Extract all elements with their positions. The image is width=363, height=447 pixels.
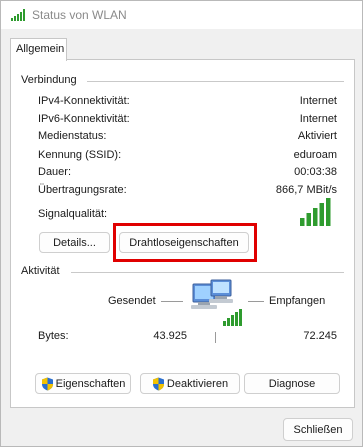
diagnose-button[interactable]: Diagnose [244,373,340,394]
status-dialog: Status von WLAN Allgemein Verbindung IPv… [0,0,363,447]
bytes-divider [215,332,216,343]
received-line [248,301,264,302]
received-label: Empfangen [269,295,326,307]
duration-value: 00:03:38 [294,166,337,178]
ipv4-value: Internet [299,95,337,107]
ipv4-label: IPv4-Konnektivität: [38,95,130,107]
signal-bar [306,213,311,226]
signal-bar [326,198,331,226]
media-status-label: Medienstatus: [38,130,107,142]
uac-shield-icon [41,377,53,390]
connection-group-title: Verbindung [21,74,81,86]
bytes-sent-value: 43.925 [153,330,187,342]
bytes-label: Bytes: [38,330,69,342]
tab-allgemein-label: Allgemein [16,43,65,55]
ipv6-label: IPv6-Konnektivität: [38,113,130,125]
properties-button[interactable]: Eigenschaften [35,373,131,394]
bytes-received-value: 72.245 [303,330,337,342]
uac-shield-icon [152,377,164,390]
details-button[interactable]: Details... [39,232,110,253]
wifi-signal-icon [11,9,25,21]
activity-group-title: Aktivität [21,265,64,277]
ssid-label: Kennung (SSID): [38,149,122,161]
signal-strength-icon [300,198,331,226]
disable-button[interactable]: Deaktivieren [140,373,240,394]
duration-label: Dauer: [38,166,72,178]
network-computers-icon [191,279,242,326]
disable-button-label: Deaktivieren [166,377,229,390]
activity-group-divider [71,272,344,273]
transfer-rate-label: Übertragungsrate: [38,184,127,196]
signal-quality-label: Signalqualität: [38,208,108,220]
sent-label: Gesendet [108,295,156,307]
signal-bar [300,218,305,226]
ipv6-value: Internet [299,113,337,125]
properties-button-label: Eigenschaften [55,377,126,390]
connection-group-divider [87,81,344,82]
window-title: Status von WLAN [32,8,127,22]
highlight-annotation [113,223,257,262]
transfer-rate-value: 866,7 MBit/s [275,184,337,196]
signal-bar [313,208,318,226]
close-button[interactable]: Schließen [283,418,353,441]
ssid-value: eduroam [293,149,337,161]
title-bar[interactable]: Status von WLAN [1,1,362,29]
tab-allgemein[interactable]: Allgemein [10,38,67,61]
sent-line [161,301,183,302]
signal-bar [319,203,324,226]
media-status-value: Aktiviert [297,130,337,142]
